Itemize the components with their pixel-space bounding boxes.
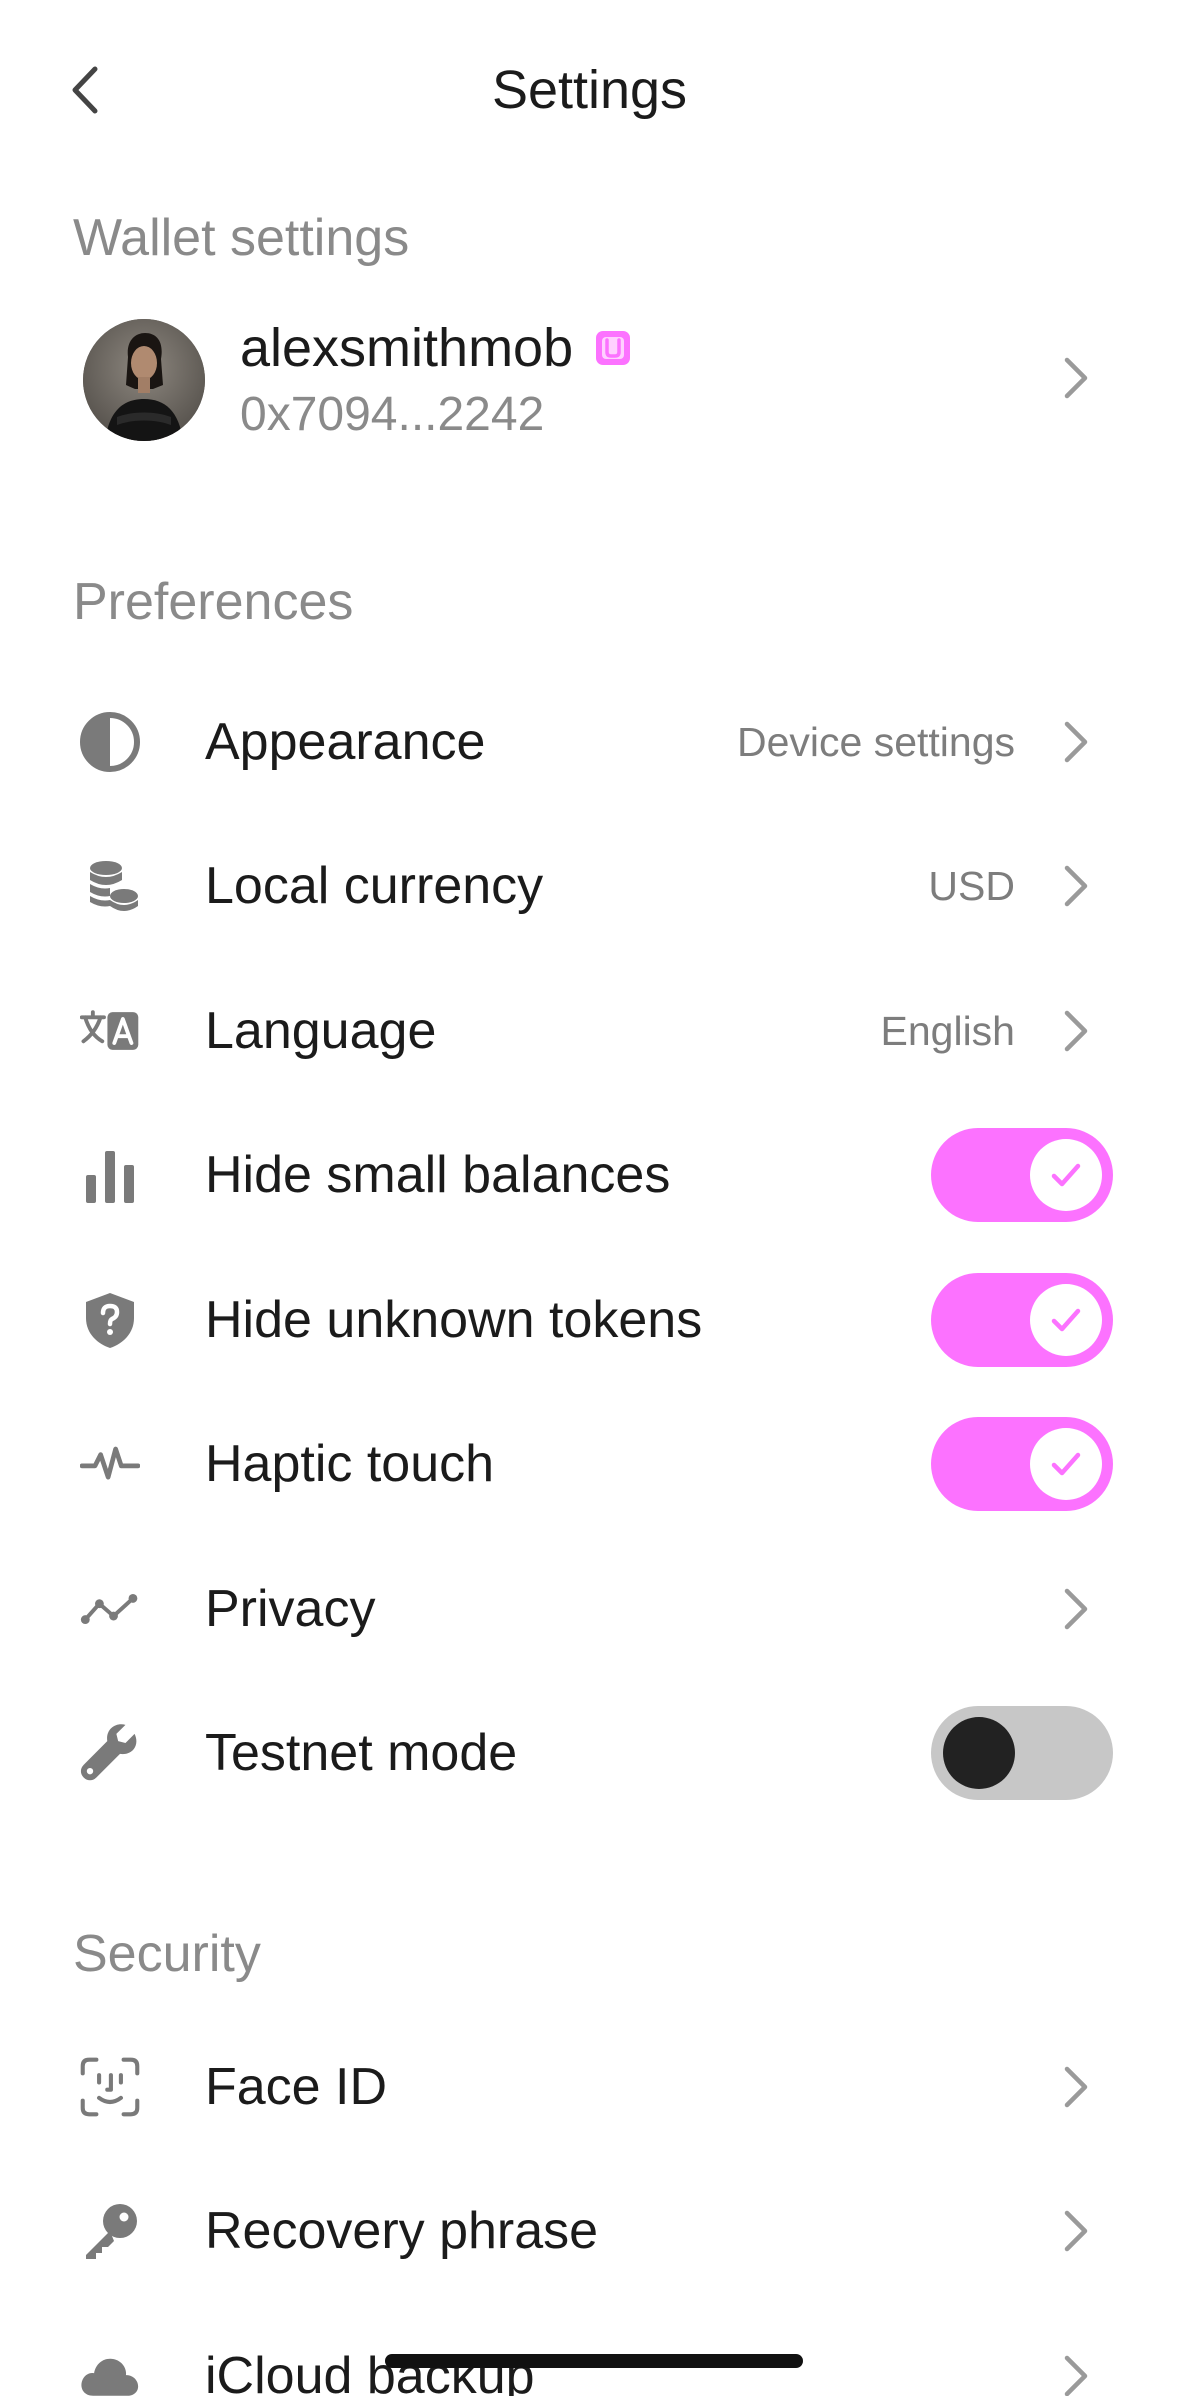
- key-icon: [86, 2204, 137, 2259]
- appearance-value: Device settings: [736, 719, 1015, 765]
- chevron-right-icon: [1064, 2355, 1088, 2396]
- line-graph-icon: [80, 1594, 138, 1624]
- appearance-row[interactable]: Appearance Device settings: [0, 682, 1179, 802]
- page-title: Settings: [491, 60, 688, 120]
- settings-screen: Settings Wallet settings alexsmithmob 0x…: [0, 0, 1179, 2396]
- hide-unknown-tokens-row: Hide unknown tokens: [0, 1260, 1179, 1380]
- chevron-right-icon: [1064, 2066, 1088, 2108]
- privacy-label: Privacy: [205, 1580, 376, 1638]
- chevron-right-icon: [1064, 1588, 1088, 1630]
- contrast-icon: [80, 712, 140, 772]
- privacy-row[interactable]: Privacy: [0, 1549, 1179, 1669]
- home-indicator[interactable]: [385, 2354, 803, 2368]
- hide-small-balances-toggle[interactable]: [931, 1128, 1113, 1222]
- hide-unknown-tokens-toggle[interactable]: [931, 1273, 1113, 1367]
- section-label-wallet: Wallet settings: [73, 209, 410, 267]
- toggle-knob: [1030, 1284, 1102, 1356]
- chevron-right-icon: [1064, 357, 1088, 399]
- hide-unknown-tokens-label: Hide unknown tokens: [205, 1291, 703, 1349]
- pulse-icon: [80, 1446, 140, 1480]
- toggle-knob: [943, 1717, 1015, 1789]
- language-label: Language: [205, 1002, 437, 1060]
- local-currency-label: Local currency: [205, 857, 544, 915]
- chevron-right-icon: [1064, 865, 1088, 907]
- checkmark-icon: [1051, 1452, 1081, 1476]
- chevron-right-icon: [1064, 721, 1088, 763]
- testnet-mode-toggle[interactable]: [931, 1706, 1113, 1800]
- unitag-badge-icon: [596, 331, 631, 365]
- local-currency-value: USD: [928, 863, 1015, 909]
- language-value: English: [880, 1008, 1015, 1054]
- face-id-label: Face ID: [205, 2058, 388, 2116]
- wallet-username: alexsmithmob: [240, 318, 574, 378]
- language-row[interactable]: Language English: [0, 971, 1179, 1091]
- section-label-preferences: Preferences: [73, 573, 354, 631]
- local-currency-row[interactable]: Local currency USD: [0, 826, 1179, 946]
- bar-chart-icon: [86, 1151, 134, 1203]
- wallet-account-row[interactable]: alexsmithmob 0x7094...2242: [0, 300, 1179, 460]
- section-label-security: Security: [73, 1925, 261, 1983]
- header: Settings: [0, 40, 1179, 140]
- haptic-touch-label: Haptic touch: [205, 1435, 495, 1493]
- face-id-icon: [80, 2057, 140, 2117]
- recovery-phrase-row[interactable]: Recovery phrase: [0, 2171, 1179, 2291]
- testnet-mode-label: Testnet mode: [205, 1724, 518, 1782]
- translate-icon: [80, 1010, 139, 1050]
- toggle-knob: [1030, 1428, 1102, 1500]
- coins-icon: [90, 861, 138, 911]
- chevron-right-icon: [1064, 1010, 1088, 1052]
- recovery-phrase-label: Recovery phrase: [205, 2202, 599, 2260]
- checkmark-icon: [1051, 1163, 1081, 1187]
- cloud-icon: [81, 2358, 139, 2396]
- checkmark-icon: [1051, 1308, 1081, 1332]
- haptic-touch-row: Haptic touch: [0, 1404, 1179, 1524]
- wrench-icon: [80, 1724, 137, 1781]
- hide-small-balances-label: Hide small balances: [205, 1146, 671, 1204]
- face-id-row[interactable]: Face ID: [0, 2027, 1179, 2147]
- wallet-address: 0x7094...2242: [240, 388, 545, 441]
- testnet-mode-row: Testnet mode: [0, 1693, 1179, 1813]
- hide-small-balances-row: Hide small balances: [0, 1115, 1179, 1235]
- chevron-right-icon: [1064, 2210, 1088, 2252]
- avatar: [83, 319, 205, 441]
- haptic-touch-toggle[interactable]: [931, 1417, 1113, 1511]
- toggle-knob: [1030, 1139, 1102, 1211]
- shield-question-icon: [86, 1293, 134, 1348]
- appearance-label: Appearance: [205, 713, 486, 771]
